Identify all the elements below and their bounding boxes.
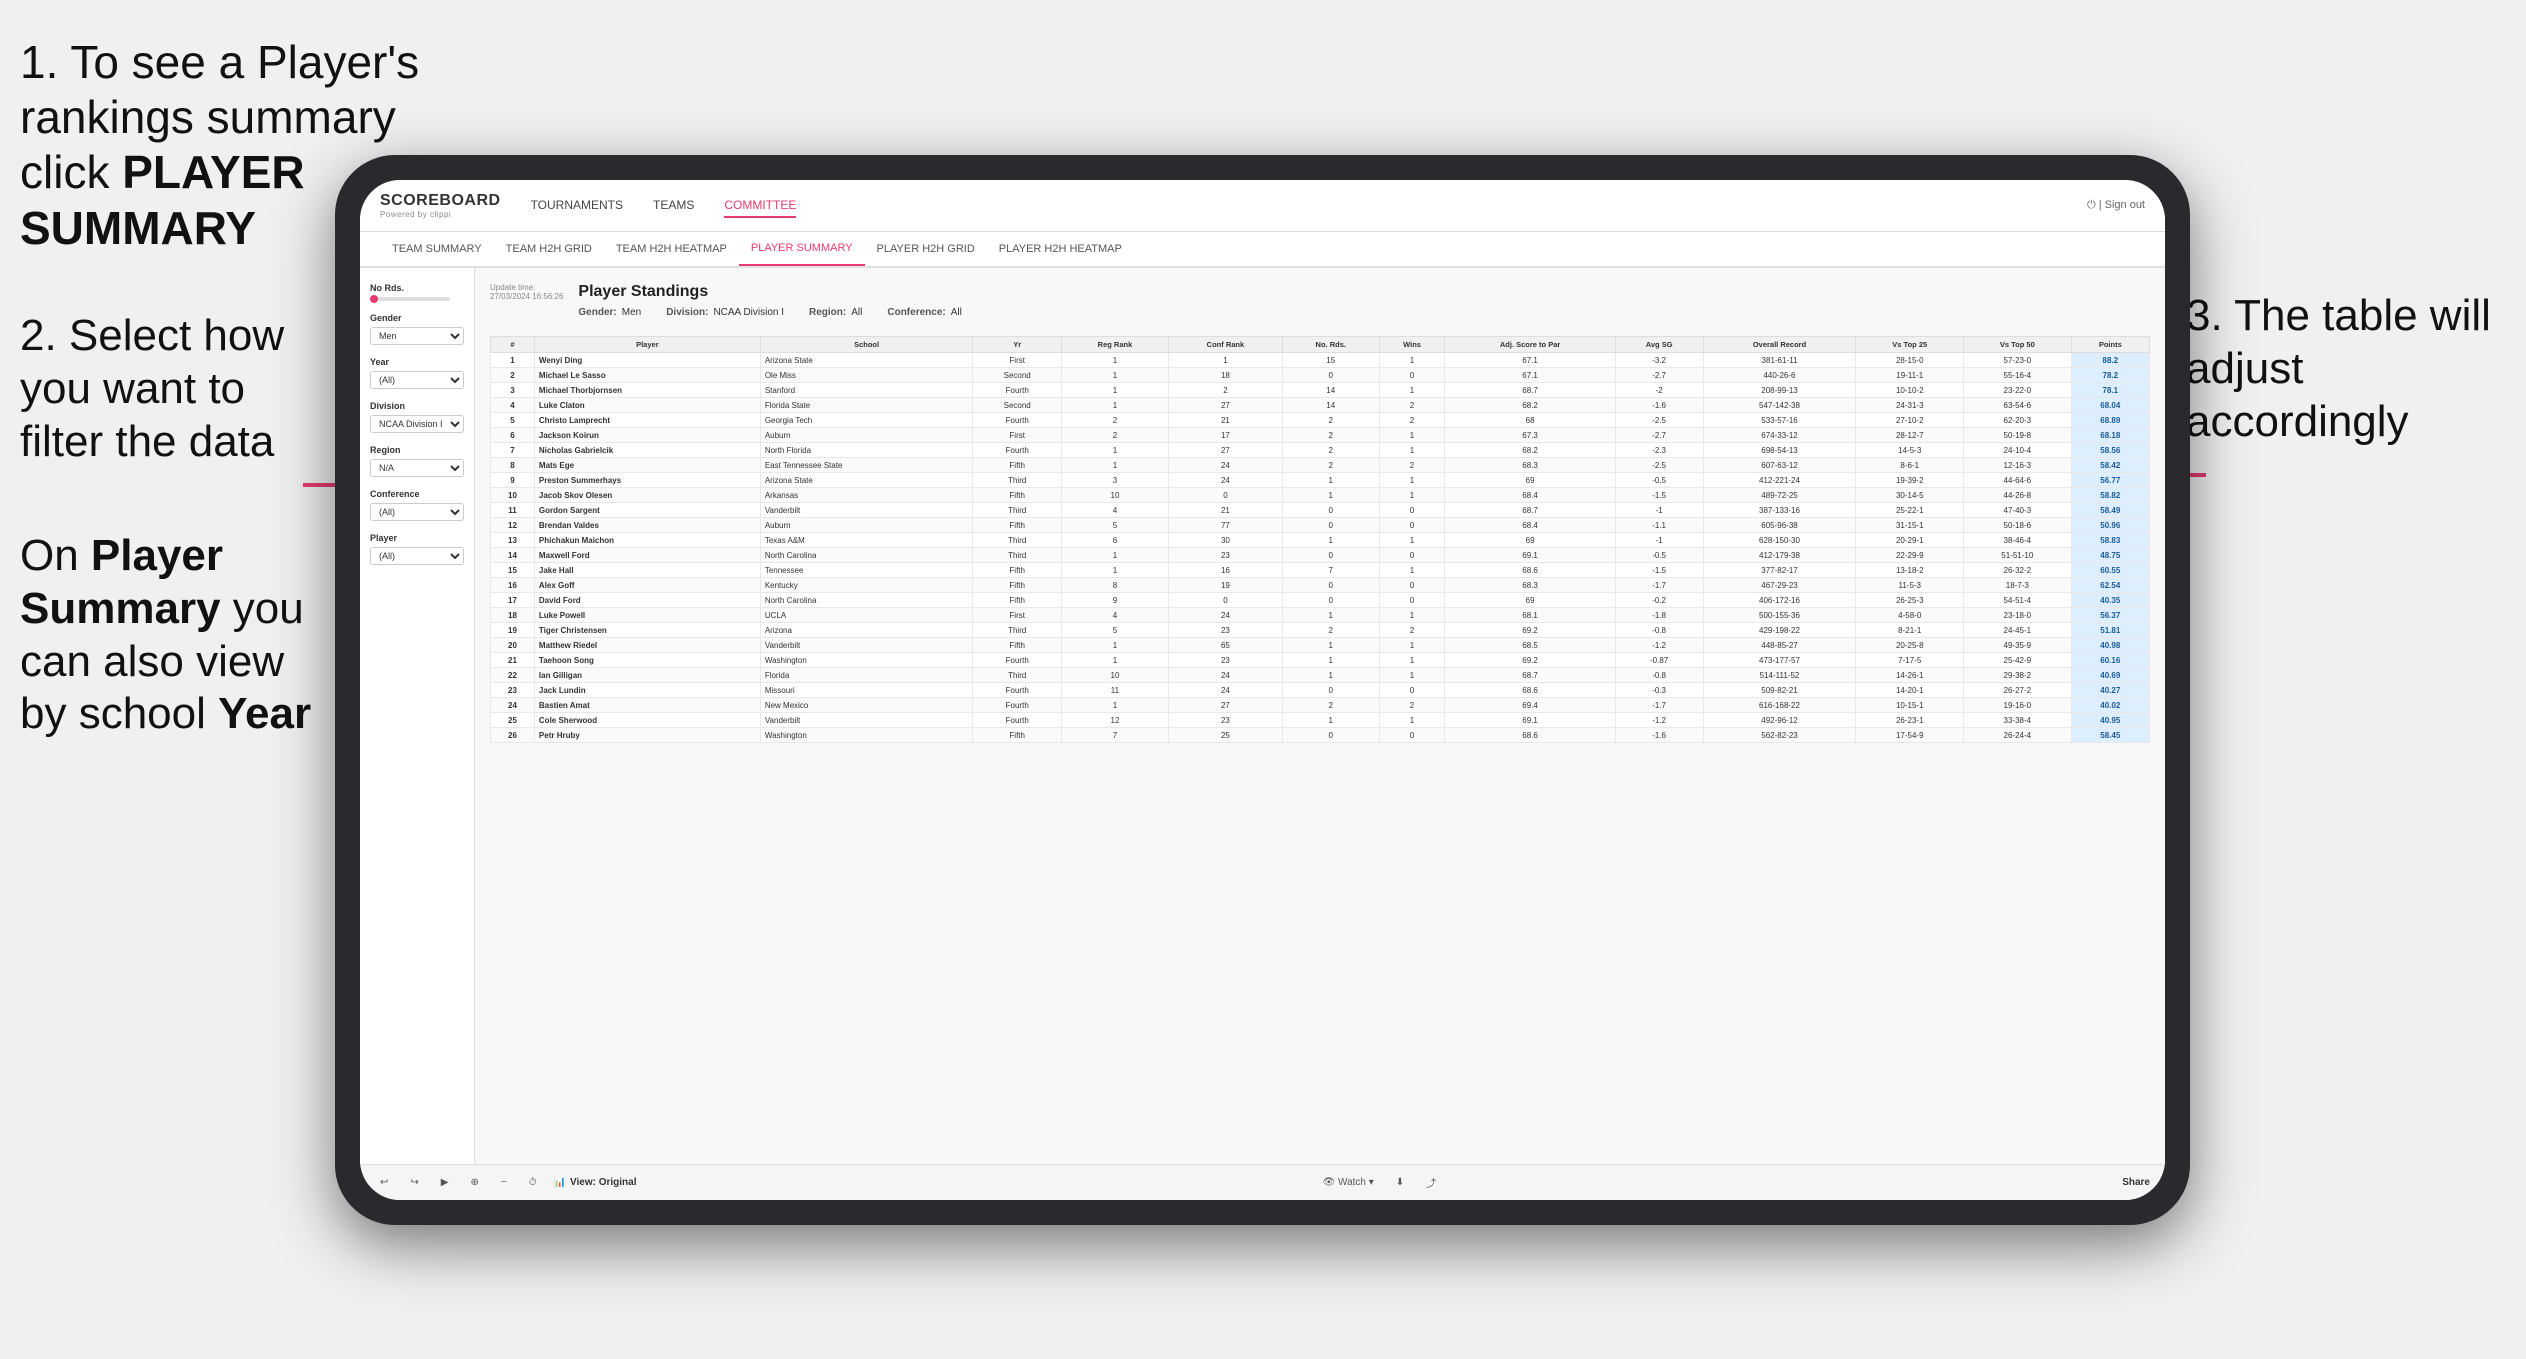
table-row: 5 Christo Lamprecht Georgia Tech Fourth … — [491, 413, 2150, 428]
col-player: Player — [534, 337, 760, 353]
filter-row: Gender: Men Division: NCAA Division I Re… — [578, 307, 2150, 318]
col-avg-sg: Avg SG — [1615, 337, 1703, 353]
table-title: Player Standings — [578, 283, 2150, 301]
sidebar-year-section: Year (All) — [370, 357, 464, 389]
table-row: 18 Luke Powell UCLA First 4 24 1 1 68.1 … — [491, 608, 2150, 623]
minus-btn[interactable]: − — [496, 1175, 512, 1190]
sidebar-no-rds: No Rds. — [370, 283, 464, 301]
sidebar-gender-section: Gender Men — [370, 313, 464, 345]
share-icon[interactable]: ⤴ — [1421, 1173, 1441, 1192]
undo-btn[interactable]: ↩ — [375, 1175, 393, 1190]
table-row: 15 Jake Hall Tennessee Fifth 1 16 7 1 68… — [491, 563, 2150, 578]
app-logo: SCOREBOARD Powered by clippi — [380, 192, 501, 219]
redo-btn[interactable]: ↪ — [405, 1175, 423, 1190]
rds-slider[interactable] — [370, 297, 464, 301]
main-content: No Rds. Gender Men Year — [360, 268, 2165, 1164]
year-select[interactable]: (All) — [370, 371, 464, 389]
table-row: 14 Maxwell Ford North Carolina Third 1 2… — [491, 548, 2150, 563]
col-school: School — [760, 337, 973, 353]
division-select[interactable]: NCAA Division I — [370, 415, 464, 433]
table-row: 11 Gordon Sargent Vanderbilt Third 4 21 … — [491, 503, 2150, 518]
tablet-screen: SCOREBOARD Powered by clippi TOURNAMENTS… — [360, 180, 2165, 1200]
table-row: 24 Bastien Amat New Mexico Fourth 1 27 2… — [491, 698, 2150, 713]
table-row: 21 Taehoon Song Washington Fourth 1 23 1… — [491, 653, 2150, 668]
main-nav: TOURNAMENTS TEAMS COMMITTEE — [531, 194, 2087, 218]
col-adj-score: Adj. Score to Par — [1445, 337, 1615, 353]
table-row: 2 Michael Le Sasso Ole Miss Second 1 18 … — [491, 368, 2150, 383]
sidebar-division-section: Division NCAA Division I — [370, 401, 464, 433]
add-btn[interactable]: ⊕ — [465, 1175, 483, 1190]
instruction-2: 2. Select how you want to filter the dat… — [20, 310, 300, 468]
app-header: SCOREBOARD Powered by clippi TOURNAMENTS… — [360, 180, 2165, 232]
col-no-rds: No. Rds. — [1282, 337, 1379, 353]
standings-table: # Player School Yr Reg Rank Conf Rank No… — [490, 336, 2150, 743]
table-row: 13 Phichakun Maichon Texas A&M Third 6 3… — [491, 533, 2150, 548]
subnav-player-h2h-heatmap[interactable]: PLAYER H2H HEATMAP — [987, 232, 1134, 266]
table-row: 8 Mats Ege East Tennessee State Fifth 1 … — [491, 458, 2150, 473]
nav-teams[interactable]: TEAMS — [653, 194, 694, 218]
conference-select[interactable]: (All) — [370, 503, 464, 521]
table-row: 22 Ian Gilligan Florida Third 10 24 1 1 … — [491, 668, 2150, 683]
bottom-toolbar: ↩ ↪ ▶ ⊕ − ⏱ 📊 View: Original 👁 Watch ▾ ⬇… — [360, 1164, 2165, 1200]
player-select[interactable]: (All) — [370, 547, 464, 565]
col-points: Points — [2071, 337, 2149, 353]
tablet: SCOREBOARD Powered by clippi TOURNAMENTS… — [335, 155, 2190, 1225]
region-select[interactable]: N/A — [370, 459, 464, 477]
download-btn[interactable]: ⬇ — [1391, 1175, 1409, 1190]
update-time: Update time: 27/03/2024 16:56:26 — [490, 283, 563, 301]
sidebar-player-section: Player (All) — [370, 533, 464, 565]
table-body: 1 Wenyi Ding Arizona State First 1 1 15 … — [491, 353, 2150, 743]
col-conf-rank: Conf Rank — [1168, 337, 1282, 353]
subnav-player-summary[interactable]: PLAYER SUMMARY — [739, 232, 865, 266]
table-row: 16 Alex Goff Kentucky Fifth 8 19 0 0 68.… — [491, 578, 2150, 593]
subnav-team-summary[interactable]: TEAM SUMMARY — [380, 232, 494, 266]
header-right: ⏻ | Sign out — [2087, 199, 2145, 212]
table-row: 3 Michael Thorbjornsen Stanford Fourth 1… — [491, 383, 2150, 398]
table-row: 7 Nicholas Gabrielcik North Florida Four… — [491, 443, 2150, 458]
col-vt50: Vs Top 50 — [1964, 337, 2072, 353]
table-header: Update time: 27/03/2024 16:56:26 Player … — [490, 283, 2150, 326]
division-filter: Division: NCAA Division I — [666, 307, 784, 318]
view-original[interactable]: 📊 View: Original — [554, 1177, 637, 1188]
table-row: 12 Brendan Valdes Auburn Fifth 5 77 0 0 … — [491, 518, 2150, 533]
watch-btn[interactable]: 👁 Watch ▾ — [1318, 1175, 1379, 1190]
instruction-3: 3. The table will adjust accordingly — [2186, 290, 2496, 448]
table-area: Update time: 27/03/2024 16:56:26 Player … — [475, 268, 2165, 1164]
table-row: 17 David Ford North Carolina Fifth 9 0 0… — [491, 593, 2150, 608]
sub-nav: TEAM SUMMARY TEAM H2H GRID TEAM H2H HEAT… — [360, 232, 2165, 268]
table-row: 1 Wenyi Ding Arizona State First 1 1 15 … — [491, 353, 2150, 368]
sidebar: No Rds. Gender Men Year — [360, 268, 475, 1164]
col-yr: Yr — [973, 337, 1062, 353]
sidebar-region-section: Region N/A — [370, 445, 464, 477]
subnav-team-h2h-heatmap[interactable]: TEAM H2H HEATMAP — [604, 232, 739, 266]
table-row: 23 Jack Lundin Missouri Fourth 11 24 0 0… — [491, 683, 2150, 698]
nav-committee[interactable]: COMMITTEE — [724, 194, 796, 218]
subnav-team-h2h-grid[interactable]: TEAM H2H GRID — [494, 232, 604, 266]
col-vt25: Vs Top 25 — [1856, 337, 1964, 353]
table-row: 20 Matthew Riedel Vanderbilt Fifth 1 65 … — [491, 638, 2150, 653]
table-row: 25 Cole Sherwood Vanderbilt Fourth 12 23… — [491, 713, 2150, 728]
col-reg-rank: Reg Rank — [1062, 337, 1169, 353]
table-row: 6 Jackson Koirun Auburn First 2 17 2 1 6… — [491, 428, 2150, 443]
conference-filter: Conference: All — [887, 307, 961, 318]
table-row: 9 Preston Summerhays Arizona State Third… — [491, 473, 2150, 488]
gender-select[interactable]: Men — [370, 327, 464, 345]
col-wins: Wins — [1379, 337, 1445, 353]
col-num: # — [491, 337, 535, 353]
table-header-row: # Player School Yr Reg Rank Conf Rank No… — [491, 337, 2150, 353]
subnav-player-h2h-grid[interactable]: PLAYER H2H GRID — [865, 232, 987, 266]
nav-tournaments[interactable]: TOURNAMENTS — [531, 194, 623, 218]
clock-btn[interactable]: ⏱ — [524, 1175, 542, 1190]
share-btn[interactable]: Share — [2122, 1177, 2150, 1188]
table-row: 10 Jacob Skov Olesen Arkansas Fifth 10 0… — [491, 488, 2150, 503]
forward-btn[interactable]: ▶ — [436, 1175, 454, 1190]
gender-filter: Gender: Men — [578, 307, 641, 318]
table-row: 19 Tiger Christensen Arizona Third 5 23 … — [491, 623, 2150, 638]
region-filter: Region: All — [809, 307, 862, 318]
sidebar-conference-section: Conference (All) — [370, 489, 464, 521]
instruction-bottom: On Player Summary you can also view by s… — [20, 530, 330, 741]
table-row: 4 Luke Claton Florida State Second 1 27 … — [491, 398, 2150, 413]
table-row: 26 Petr Hruby Washington Fifth 7 25 0 0 … — [491, 728, 2150, 743]
col-overall: Overall Record — [1703, 337, 1856, 353]
